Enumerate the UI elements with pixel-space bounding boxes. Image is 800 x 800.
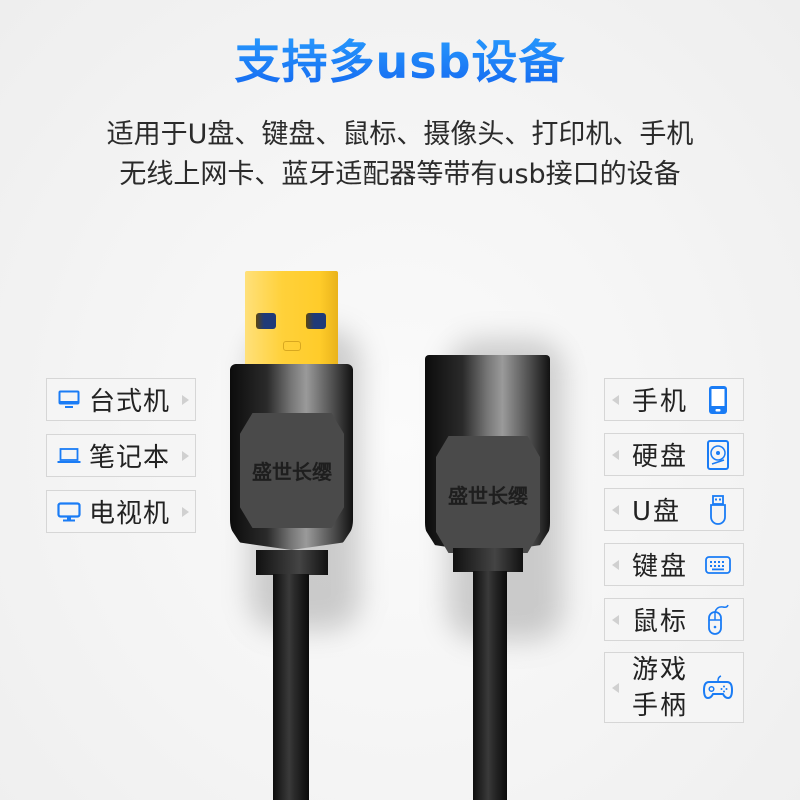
device-label: 台式机 — [89, 387, 171, 417]
device-tv: 电视机 — [46, 490, 196, 533]
hard-disk-icon — [705, 439, 731, 470]
device-mouse: 鼠标 — [604, 598, 744, 641]
device-label: 手机 — [632, 387, 689, 417]
gamepad-icon — [703, 673, 733, 703]
male-strain-relief — [256, 550, 328, 575]
desktop-monitor-icon — [57, 388, 81, 412]
page-title: 支持多usb设备 — [0, 26, 800, 92]
brand-logo-male: 盛世长缨 — [240, 413, 344, 528]
arrow-left-icon — [612, 504, 619, 515]
phone-icon — [705, 385, 731, 415]
plug-contact — [306, 313, 326, 329]
arrow-left-icon — [612, 682, 619, 693]
device-label-line1: 游戏 — [632, 654, 689, 685]
device-label: 电视机 — [89, 499, 171, 529]
brand-logo-female: 盛世长缨 — [436, 436, 540, 553]
device-label: 游戏 手柄 — [632, 652, 692, 724]
device-laptop: 笔记本 — [46, 434, 196, 477]
device-desktop: 台式机 — [46, 378, 196, 421]
device-hard-disk: 硬盘 — [604, 433, 744, 476]
arrow-left-icon — [612, 394, 619, 405]
device-usb-drive: U盘 — [604, 488, 744, 531]
mouse-icon — [705, 604, 731, 635]
arrow-left-icon — [612, 559, 619, 570]
female-cable-wire — [473, 571, 507, 800]
arrow-right-icon — [182, 506, 189, 517]
device-label: 键盘 — [632, 552, 689, 582]
device-label: 硬盘 — [632, 442, 689, 472]
device-label-line2: 手柄 — [632, 690, 689, 721]
device-phone: 手机 — [604, 378, 744, 421]
usb-male-plug — [245, 271, 338, 364]
device-label: 鼠标 — [632, 607, 689, 637]
keyboard-icon — [705, 550, 731, 580]
usb-drive-icon — [705, 494, 731, 525]
laptop-icon — [57, 444, 81, 468]
arrow-left-icon — [612, 614, 619, 625]
arrow-right-icon — [182, 450, 189, 461]
arrow-right-icon — [182, 394, 189, 405]
plug-slot — [283, 341, 301, 351]
plug-contact — [256, 313, 276, 329]
device-label: 笔记本 — [89, 443, 171, 473]
female-strain-relief — [453, 548, 523, 572]
tv-icon — [57, 500, 81, 524]
male-cable-wire — [273, 574, 309, 800]
arrow-left-icon — [612, 449, 619, 460]
subtitle-line-1: 适用于U盘、键盘、鼠标、摄像头、打印机、手机 — [106, 119, 694, 150]
subtitle-line-2: 无线上网卡、蓝牙适配器等带有usb接口的设备 — [119, 159, 681, 190]
device-keyboard: 键盘 — [604, 543, 744, 586]
device-label: U盘 — [632, 497, 682, 527]
device-gamepad: 游戏 手柄 — [604, 652, 744, 723]
